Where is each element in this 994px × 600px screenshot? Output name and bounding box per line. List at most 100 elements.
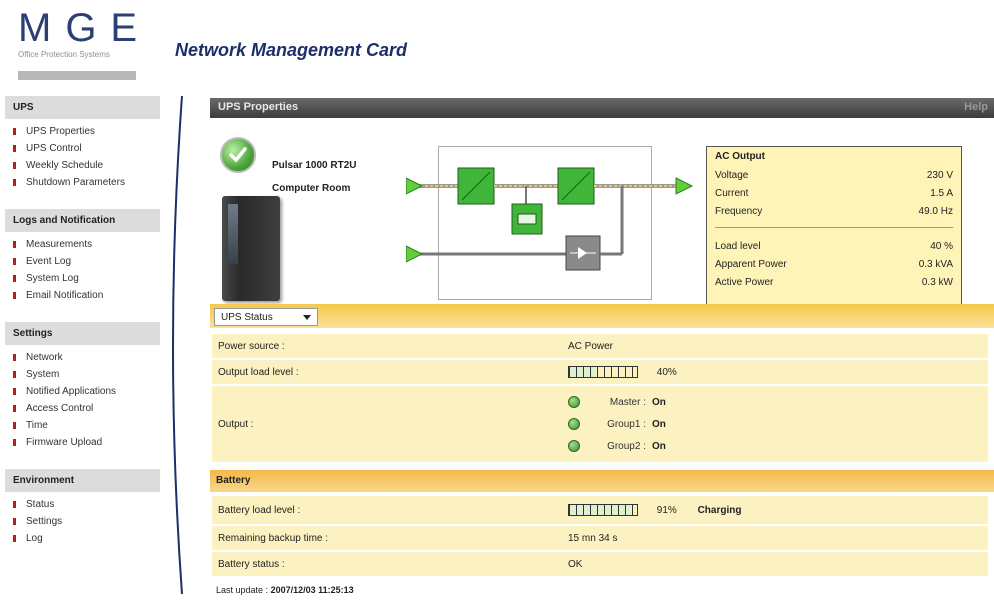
bullet-icon (13, 128, 16, 135)
output-name: Master : (609, 396, 646, 408)
sidebar-item-env-log[interactable]: Log (5, 530, 160, 547)
bullet-icon (13, 405, 16, 412)
logo-subtitle: Office Protection Systems (18, 50, 110, 59)
table-row: Battery status : OK (212, 552, 988, 576)
sidebar-item-weekly-schedule[interactable]: Weekly Schedule (5, 157, 160, 174)
sidebar-item-label: Measurements (26, 239, 93, 250)
ac-row-current: Current 1.5 A (715, 184, 953, 202)
sidebar-item-label: System (26, 369, 60, 380)
sidebar-item-label: Event Log (26, 256, 72, 267)
bullet-icon (13, 371, 16, 378)
battery-load-percent: 91% (656, 504, 677, 516)
ac-value: 230 V (926, 169, 953, 181)
outlet-on-icon (568, 440, 580, 452)
gauge-fill (569, 367, 597, 377)
sidebar-item-system-log[interactable]: System Log (5, 270, 160, 287)
bullet-icon (13, 354, 16, 361)
sidebar-item-label: Access Control (26, 403, 94, 414)
status-toolbar: UPS Status (210, 304, 994, 328)
sidebar-section-title: Settings (5, 322, 160, 345)
main-content: UPS Properties Help Pulsar 1000 RT2U Com… (210, 98, 994, 576)
output-master: Master : On (568, 391, 982, 413)
output-cell: Master : On Group1 : On Group2 : On (562, 386, 988, 462)
sidebar-item-label: Weekly Schedule (26, 160, 104, 171)
ac-label: Frequency (715, 205, 763, 217)
bypass-input-arrow-icon (406, 245, 424, 263)
sidebar: UPS UPS Properties UPS Control Weekly Sc… (5, 96, 160, 565)
sidebar-item-label: UPS Control (26, 143, 82, 154)
sidebar-item-label: Firmware Upload (26, 437, 103, 448)
bullet-icon (13, 162, 16, 169)
battery-load-cell: 91% Charging (562, 496, 988, 524)
battery-status-label: Battery status : (212, 552, 562, 576)
sidebar-item-network[interactable]: Network (5, 349, 160, 366)
mge-logo: MGE Office Protection Systems (18, 8, 158, 80)
diagram-svg (406, 167, 694, 271)
sidebar-item-access-control[interactable]: Access Control (5, 400, 160, 417)
logo-bar (18, 71, 136, 80)
output-load-cell: 40% (562, 360, 988, 384)
ups-synoptic-diagram (406, 146, 698, 304)
app-title: Network Management Card (175, 40, 408, 60)
bullet-icon (13, 422, 16, 429)
input-arrow-icon (406, 177, 424, 195)
output-load-gauge (568, 366, 638, 378)
power-source-label: Power source : (212, 334, 562, 358)
sidebar-item-label: System Log (26, 273, 79, 284)
sidebar-item-event-log[interactable]: Event Log (5, 253, 160, 270)
bullet-icon (13, 439, 16, 446)
bullet-icon (13, 241, 16, 248)
sidebar-item-label: Notified Applications (26, 386, 117, 397)
outlet-on-icon (568, 418, 580, 430)
sidebar-item-env-settings[interactable]: Settings (5, 513, 160, 530)
sidebar-item-notified-applications[interactable]: Notified Applications (5, 383, 160, 400)
bullet-icon (13, 179, 16, 186)
status-ok-check-icon (220, 137, 256, 173)
sidebar-section-logs: Logs and Notification Measurements Event… (5, 209, 160, 304)
chevron-down-icon (303, 314, 311, 320)
last-update-label: Last update : (216, 585, 269, 595)
status-view-select[interactable]: UPS Status (214, 308, 318, 326)
sidebar-item-email-notification[interactable]: Email Notification (5, 287, 160, 304)
sidebar-item-label: Email Notification (26, 290, 104, 301)
remaining-backup-label: Remaining backup time : (212, 526, 562, 550)
ac-label: Voltage (715, 169, 749, 181)
ac-label: Current (715, 187, 749, 199)
sidebar-item-system[interactable]: System (5, 366, 160, 383)
ups-properties-panel: Pulsar 1000 RT2U Computer Room AC Output… (210, 118, 994, 324)
ac-output-box: AC Output Voltage 230 V Current 1.5 A Freq… (706, 146, 962, 324)
output-state: On (652, 418, 666, 430)
ups-status-table: Power source : AC Power Output load leve… (212, 332, 988, 464)
sidebar-section-title: Environment (5, 469, 160, 492)
sidebar-item-measurements[interactable]: Measurements (5, 236, 160, 253)
output-load-label: Output load level : (212, 360, 562, 384)
battery-table: Battery load level : 91% Charging Remain… (212, 494, 988, 578)
help-link[interactable]: Help (964, 101, 988, 115)
sidebar-item-ups-properties[interactable]: UPS Properties (5, 123, 160, 140)
ac-value: 49.0 Hz (918, 205, 953, 217)
output-arrow-icon (675, 177, 694, 195)
sidebar-item-time[interactable]: Time (5, 417, 160, 434)
ups-properties-titlebar: UPS Properties Help (210, 98, 994, 118)
remaining-backup-value: 15 mn 34 s (562, 526, 988, 550)
sidebar-item-env-status[interactable]: Status (5, 496, 160, 513)
ac-row-load-level: Load level 40 % (715, 237, 953, 255)
battery-load-gauge (568, 504, 638, 516)
ac-value: 40 % (930, 240, 953, 252)
battery-status-value: OK (562, 552, 988, 576)
last-update-value: 2007/12/03 11:25:13 (270, 585, 354, 595)
output-group1: Group1 : On (568, 413, 982, 435)
sidebar-item-shutdown-parameters[interactable]: Shutdown Parameters (5, 174, 160, 191)
sidebar-item-firmware-upload[interactable]: Firmware Upload (5, 434, 160, 451)
bullet-icon (13, 275, 16, 282)
output-state: On (652, 440, 666, 452)
outlet-on-icon (568, 396, 580, 408)
ac-value: 1.5 A (930, 187, 953, 199)
panel-title: UPS Properties (218, 101, 299, 113)
table-row: Battery load level : 91% Charging (212, 496, 988, 524)
bullet-icon (13, 501, 16, 508)
battery-section-header: Battery (210, 470, 994, 492)
ac-row-voltage: Voltage 230 V (715, 166, 953, 184)
ac-label: Apparent Power (715, 258, 787, 270)
sidebar-item-ups-control[interactable]: UPS Control (5, 140, 160, 157)
